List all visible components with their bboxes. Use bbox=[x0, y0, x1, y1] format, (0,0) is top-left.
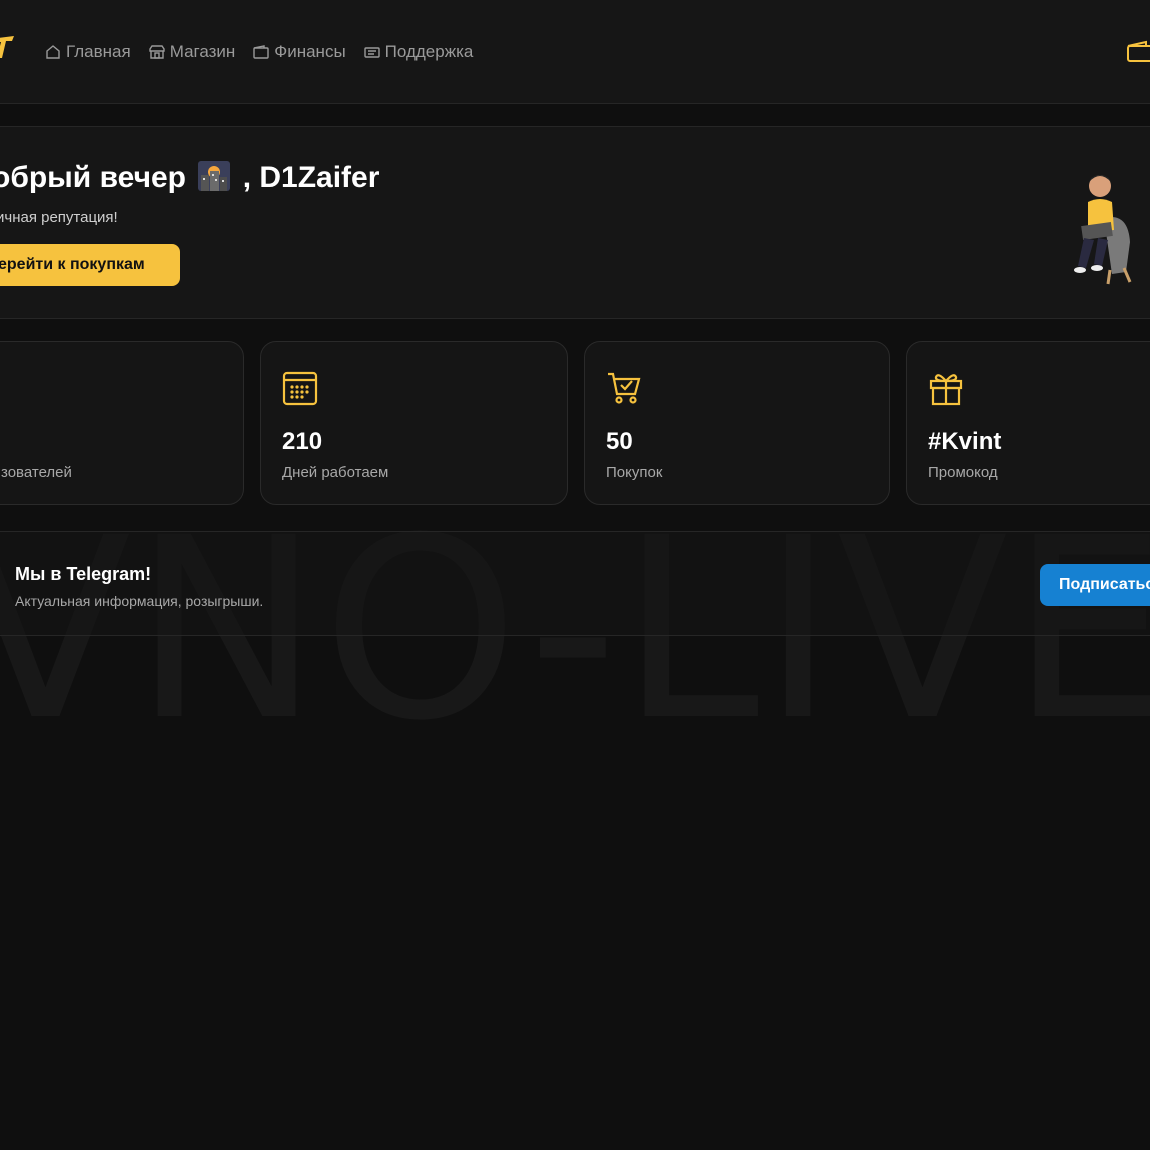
subscribe-button[interactable]: Подписаться bbox=[1040, 564, 1150, 606]
stat-card-purchases: 50 Покупок bbox=[584, 341, 890, 505]
home-icon bbox=[46, 45, 60, 59]
nav-item-label: Главная bbox=[66, 42, 131, 61]
nav-item-support[interactable]: Поддержка bbox=[363, 41, 474, 63]
go-to-shop-button[interactable]: ерейти к покупкам bbox=[0, 244, 180, 286]
top-navbar: Главная Магазин Финансы Поддержка bbox=[0, 0, 1150, 104]
nav-item-label: Магазин bbox=[169, 42, 236, 61]
ticket-icon bbox=[363, 47, 380, 58]
wallet-icon bbox=[253, 45, 269, 59]
stat-card-users: зователей bbox=[0, 341, 244, 505]
stat-card-days: 210 Дней работаем bbox=[260, 341, 568, 505]
stat-label: Покупок bbox=[606, 464, 663, 481]
nav-item-shop[interactable]: Магазин bbox=[148, 41, 236, 63]
telegram-title: Мы в Telegram! bbox=[15, 564, 152, 584]
wallet-balance-icon[interactable] bbox=[1126, 40, 1150, 62]
stat-card-promocode: #Kvint Промокод bbox=[906, 341, 1150, 505]
city-dusk-icon bbox=[198, 161, 231, 191]
telegram-banner: Мы в Telegram! Актуальная информация, ро… bbox=[0, 531, 1150, 636]
greeting-username: , D1Zaifer bbox=[242, 161, 380, 194]
cart-check-icon bbox=[608, 372, 641, 404]
nav-item-label: Финансы bbox=[274, 42, 346, 61]
store-icon bbox=[149, 45, 165, 59]
nav-item-home[interactable]: Главная bbox=[44, 41, 131, 63]
stat-value: 210 bbox=[282, 428, 323, 455]
stat-label: Дней работаем bbox=[282, 464, 389, 481]
nav-item-label: Поддержка bbox=[384, 42, 474, 61]
greeting-title: обрый вечер , D1Zaifer bbox=[0, 161, 379, 195]
welcome-banner: обрый вечер , D1Zaifer ичная репутация! … bbox=[0, 126, 1150, 319]
stat-label: Промокод bbox=[928, 464, 998, 481]
telegram-subtitle: Актуальная информация, розыгрыши. bbox=[15, 593, 264, 609]
greeting-prefix: обрый вечер bbox=[0, 161, 186, 194]
stat-label: зователей bbox=[1, 464, 72, 481]
nav-item-finance[interactable]: Финансы bbox=[252, 41, 346, 63]
stat-value: 50 bbox=[606, 428, 633, 455]
stats-row: зователей 210 Дней работаем 50 Покупок #… bbox=[0, 341, 1150, 505]
reputation-text: ичная репутация! bbox=[0, 209, 118, 226]
main-nav: Главная Магазин Финансы Поддержка bbox=[44, 41, 473, 63]
promo-code-value[interactable]: #Kvint bbox=[928, 428, 1001, 456]
calendar-icon bbox=[282, 371, 318, 406]
gift-icon bbox=[929, 374, 963, 406]
logo-icon[interactable] bbox=[0, 34, 16, 60]
avatar-illustration bbox=[1074, 175, 1132, 285]
